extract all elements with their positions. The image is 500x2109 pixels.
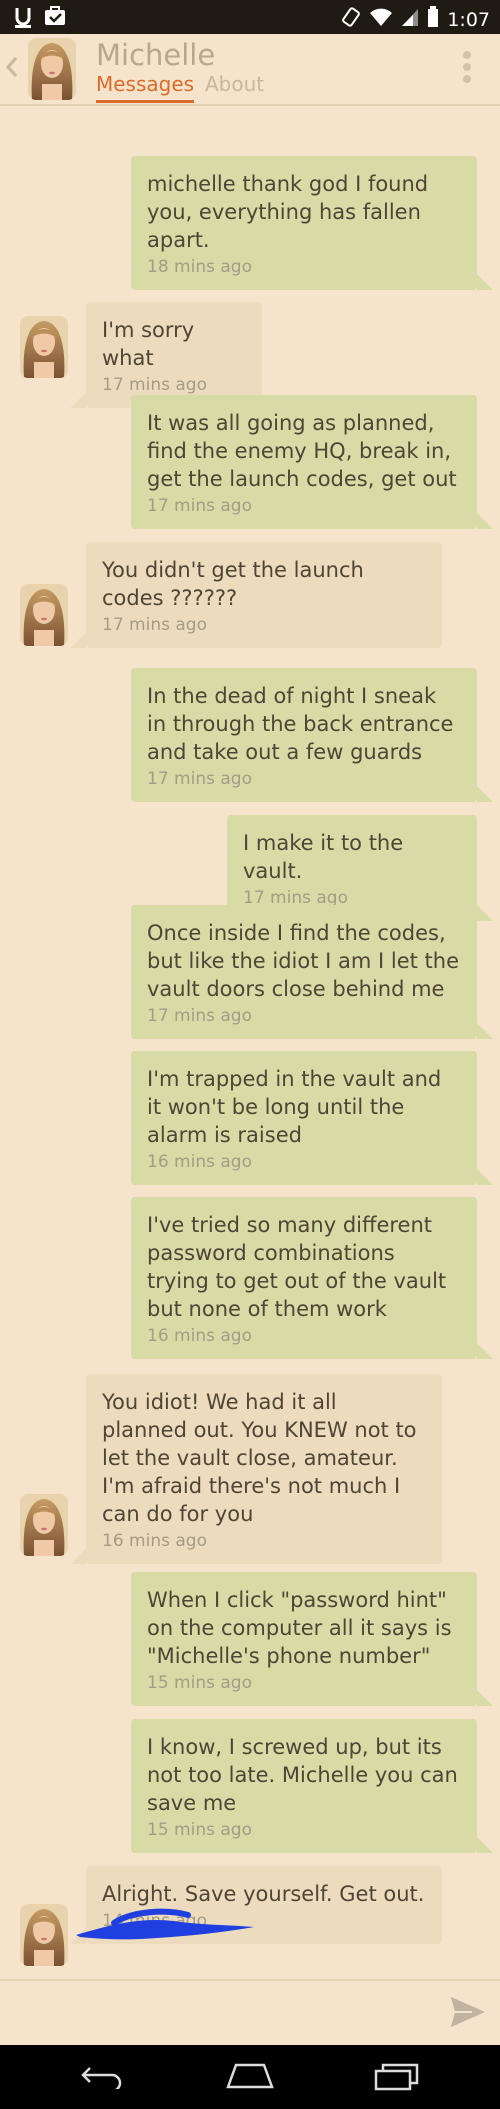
- avatar[interactable]: [20, 1904, 68, 1966]
- usb-icon: [14, 6, 32, 32]
- message-bubble-received[interactable]: You didn't get the launch codes ?????? 1…: [70, 542, 442, 648]
- send-icon[interactable]: [450, 1995, 486, 2033]
- message-thread[interactable]: michelle thank god I found you, everythi…: [0, 104, 500, 1979]
- message-text: michelle thank god I found you, everythi…: [147, 172, 429, 252]
- home-nav-icon[interactable]: [226, 2063, 274, 2093]
- message-timestamp: 17 mins ago: [147, 496, 252, 516]
- message-text: You didn't get the launch codes ??????: [102, 558, 364, 610]
- avatar[interactable]: [20, 316, 68, 378]
- message-timestamp: 17 mins ago: [102, 375, 207, 395]
- message-text: I make it to the vault.: [243, 831, 404, 883]
- message-bubble-received[interactable]: I'm sorry what 17 mins ago: [70, 302, 262, 408]
- message-bubble-received[interactable]: You idiot! We had it all planned out. Yo…: [70, 1374, 442, 1564]
- status-time: 1:07: [447, 8, 490, 31]
- message-timestamp: 17 mins ago: [147, 769, 252, 789]
- message-bubble-sent[interactable]: Once inside I find the codes, but like t…: [131, 905, 493, 1039]
- back-arrow-icon[interactable]: [4, 54, 18, 84]
- message-text: When I click "password hint" on the comp…: [147, 1588, 452, 1668]
- message-bubble-sent[interactable]: It was all going as planned, find the en…: [131, 395, 493, 529]
- message-text: You idiot! We had it all planned out. Yo…: [102, 1390, 417, 1526]
- wifi-icon: [369, 7, 393, 32]
- message-bubble-sent[interactable]: I've tried so many different password co…: [131, 1197, 493, 1359]
- message-text: Once inside I find the codes, but like t…: [147, 921, 459, 1001]
- message-text: I know, I screwed up, but its not too la…: [147, 1735, 458, 1815]
- message-text: I'm trapped in the vault and it won't be…: [147, 1067, 442, 1147]
- battery-icon: [427, 6, 439, 33]
- message-bubble-sent[interactable]: I know, I screwed up, but its not too la…: [131, 1719, 493, 1853]
- briefcase-icon: [44, 6, 66, 32]
- tab-messages[interactable]: Messages: [96, 72, 195, 103]
- message-timestamp: 15 mins ago: [147, 1820, 252, 1840]
- message-text: In the dead of night I sneak in through …: [147, 684, 454, 764]
- signal-icon: [401, 7, 419, 32]
- message-text: It was all going as planned, find the en…: [147, 411, 457, 491]
- message-timestamp: 16 mins ago: [147, 1152, 252, 1172]
- message-timestamp: 16 mins ago: [102, 1531, 207, 1551]
- avatar[interactable]: [20, 1494, 68, 1556]
- conversation-header: Michelle Messages About: [0, 34, 500, 106]
- navigation-bar: [0, 2045, 500, 2109]
- message-timestamp: 15 mins ago: [147, 1673, 252, 1693]
- message-timestamp: 17 mins ago: [102, 615, 207, 635]
- message-text: I'm sorry what: [102, 318, 195, 370]
- message-composer[interactable]: [0, 1979, 500, 2047]
- back-nav-icon[interactable]: [80, 2063, 126, 2093]
- message-bubble-sent[interactable]: In the dead of night I sneak in through …: [131, 668, 493, 802]
- overflow-menu-icon[interactable]: [462, 50, 472, 88]
- redaction-scribble: [70, 1903, 260, 1947]
- message-timestamp: 17 mins ago: [147, 1006, 252, 1026]
- rotate-icon: [341, 7, 361, 32]
- message-timestamp: 18 mins ago: [147, 257, 252, 277]
- tab-about[interactable]: About: [205, 72, 264, 96]
- avatar[interactable]: [28, 38, 76, 100]
- contact-name: Michelle: [96, 38, 216, 72]
- message-bubble-sent[interactable]: I'm trapped in the vault and it won't be…: [131, 1051, 493, 1185]
- message-text: I've tried so many different password co…: [147, 1213, 447, 1321]
- message-bubble-sent[interactable]: When I click "password hint" on the comp…: [131, 1572, 493, 1706]
- message-bubble-sent[interactable]: michelle thank god I found you, everythi…: [131, 156, 493, 290]
- status-bar: 1:07: [0, 0, 500, 34]
- recents-nav-icon[interactable]: [374, 2063, 420, 2095]
- avatar[interactable]: [20, 584, 68, 646]
- message-timestamp: 16 mins ago: [147, 1326, 252, 1346]
